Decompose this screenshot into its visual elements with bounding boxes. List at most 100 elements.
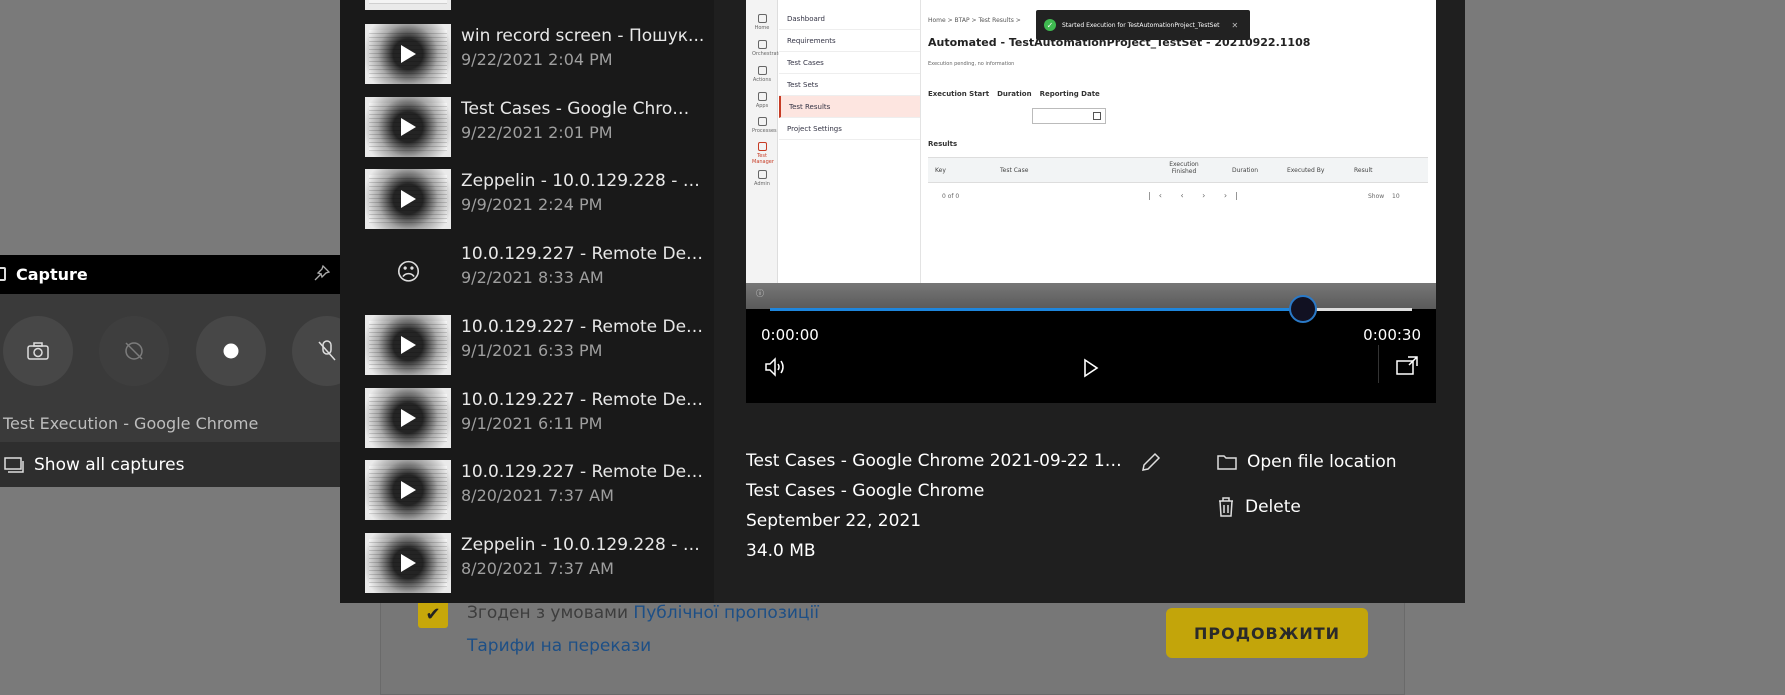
gallery-icon: [4, 456, 24, 473]
capture-title: 10.0.129.227 - Remote Deskt...: [461, 244, 705, 264]
play-icon: [401, 554, 416, 572]
time-current: 0:00:00: [761, 326, 819, 344]
rail-admin: Admin: [752, 170, 772, 187]
capture-thumbnail: [365, 533, 451, 593]
rail-orchestrator: Orchestrator: [752, 40, 784, 57]
fullscreen-button[interactable]: [1396, 356, 1418, 380]
capture-date: 8/20/2021 7:37 AM: [461, 559, 614, 578]
check-icon: ✓: [1044, 19, 1056, 31]
app-main: Home > BTAP > Test Results > Automated -…: [928, 0, 1436, 283]
capture-date: 8/20/2021 7:37 AM: [461, 486, 614, 505]
record-last-icon: [125, 342, 143, 360]
video-player[interactable]: Home Orchestrator Actions Apps Processes…: [746, 0, 1436, 403]
capture-thumbnail: [365, 315, 451, 375]
capture-date: 9/2/2021 8:33 AM: [461, 268, 604, 287]
play-icon: [1084, 358, 1099, 378]
page-subtitle: Execution pending, no information: [928, 61, 1015, 67]
capture-title: Capture: [16, 265, 88, 284]
play-icon: [401, 481, 416, 499]
capture-date: 9/1/2021 6:33 PM: [461, 341, 603, 360]
capture-title: Test Cases - Google Chrom...: [461, 99, 705, 119]
meta-row: Execution Start Duration Reporting Date: [928, 90, 1100, 98]
nav-test-cases: Test Cases: [779, 52, 920, 74]
list-item[interactable]: Zeppelin - 10.0.129.228 - Re... 9/9/2021…: [365, 169, 705, 229]
record-icon: [223, 343, 239, 359]
meta-label: Duration: [997, 90, 1032, 98]
file-size: 34.0 MB: [746, 541, 816, 561]
play-button[interactable]: [1083, 358, 1099, 382]
show-all-label: Show all captures: [34, 454, 185, 475]
gallery-window: win record screen - Пошук... 9/22/2021 2…: [340, 0, 1465, 603]
capture-thumbnail: ☹: [365, 242, 451, 302]
agree-text: Згоден з умовами: [467, 603, 634, 623]
agree-checkbox[interactable]: ✔: [418, 600, 448, 628]
screenshot-button[interactable]: [3, 316, 73, 386]
video-frame-bottom: [746, 283, 1436, 309]
help-icon: ⓘ: [756, 289, 764, 298]
delete-button[interactable]: Delete: [1217, 497, 1301, 517]
sad-face-icon: ☹: [396, 258, 422, 286]
list-item-partial[interactable]: [365, 0, 705, 10]
rail-actions: Actions: [752, 66, 772, 83]
delete-label: Delete: [1245, 497, 1301, 517]
list-item[interactable]: ☹ 10.0.129.227 - Remote Deskt... 9/2/202…: [365, 242, 705, 302]
seek-bar[interactable]: [770, 295, 1412, 323]
meta-label: Execution Start: [928, 90, 990, 98]
capture-list[interactable]: win record screen - Пошук... 9/22/2021 2…: [340, 0, 714, 603]
meta-label: Reporting Date: [1039, 90, 1100, 98]
tariffs-link[interactable]: Тарифи на перекази: [467, 636, 651, 656]
mic-off-icon: [318, 340, 336, 361]
capture-title: 10.0.129.227 - Remote Deskt...: [461, 390, 705, 410]
capture-date: 9/22/2021 2:01 PM: [461, 123, 613, 142]
list-item[interactable]: win record screen - Пошук... 9/22/2021 2…: [365, 24, 705, 84]
volume-icon: [765, 357, 784, 377]
agree-terms: Згоден з умовами Публічної пропозиції: [467, 603, 819, 623]
list-item[interactable]: 10.0.129.227 - Remote Deskt... 9/1/2021 …: [365, 388, 705, 448]
time-total: 0:00:30: [1363, 326, 1421, 344]
capture-date: 9/22/2021 2:04 PM: [461, 50, 613, 69]
capture-thumbnail: [365, 169, 451, 229]
date-input: [1032, 108, 1106, 124]
show-all-captures-button[interactable]: Show all captures: [0, 442, 340, 487]
list-item[interactable]: Test Cases - Google Chrom... 9/22/2021 2…: [365, 97, 705, 157]
list-item[interactable]: Zeppelin - 10.0.129.228 - Re... 8/20/202…: [365, 533, 705, 593]
app-rail: Home Orchestrator Actions Apps Processes…: [746, 0, 784, 283]
list-item[interactable]: 10.0.129.227 - Remote Deskt... 8/20/2021…: [365, 460, 705, 520]
seek-handle[interactable]: [1288, 295, 1317, 323]
capture-date: 9/9/2021 2:24 PM: [461, 195, 603, 214]
calendar-icon: [1093, 112, 1101, 120]
camera-icon: [27, 342, 49, 360]
capture-thumbnail: [365, 97, 451, 157]
capture-title: Zeppelin - 10.0.129.228 - Re...: [461, 171, 705, 191]
rename-button[interactable]: [1140, 451, 1162, 477]
continue-button[interactable]: ПРОДОВЖИТИ: [1166, 608, 1368, 658]
start-recording-button[interactable]: [196, 316, 266, 386]
nav-project-settings: Project Settings: [779, 118, 920, 140]
capture-buttons: [0, 294, 362, 404]
rail-test-manager: Test Manager: [752, 142, 774, 165]
capture-icon: [0, 267, 6, 281]
capture-title: Zeppelin - 10.0.129.228 - Re...: [461, 535, 705, 555]
volume-button[interactable]: [764, 356, 788, 382]
open-file-location-button[interactable]: Open file location: [1217, 452, 1397, 472]
public-offer-link[interactable]: Публічної пропозиції: [633, 603, 819, 623]
capture-title: 10.0.129.227 - Remote Deskt...: [461, 462, 705, 482]
seek-progress: [770, 308, 1303, 311]
rail-home: Home: [752, 14, 772, 31]
app-nav: Dashboard Requirements Test Cases Test S…: [779, 0, 921, 283]
folder-icon: [1217, 455, 1237, 470]
pencil-icon: [1142, 452, 1161, 471]
capture-title: win record screen - Пошук...: [461, 26, 705, 46]
nav-test-results: Test Results: [779, 96, 920, 118]
play-icon: [401, 45, 416, 63]
capture-date: 9/1/2021 6:11 PM: [461, 414, 603, 433]
list-item[interactable]: 10.0.129.227 - Remote Deskt... 9/1/2021 …: [365, 315, 705, 375]
play-icon: [401, 118, 416, 136]
toast-notification: ✓ Started Execution for TestAutomationPr…: [1036, 10, 1250, 40]
play-icon: [401, 409, 416, 427]
pin-icon[interactable]: [314, 264, 331, 285]
record-last-button[interactable]: [99, 316, 169, 386]
capture-widget: Capture Test Execution - Google Chrome S…: [0, 255, 362, 487]
capture-thumbnail: [365, 0, 451, 10]
capture-title: 10.0.129.227 - Remote Deskt...: [461, 317, 705, 337]
